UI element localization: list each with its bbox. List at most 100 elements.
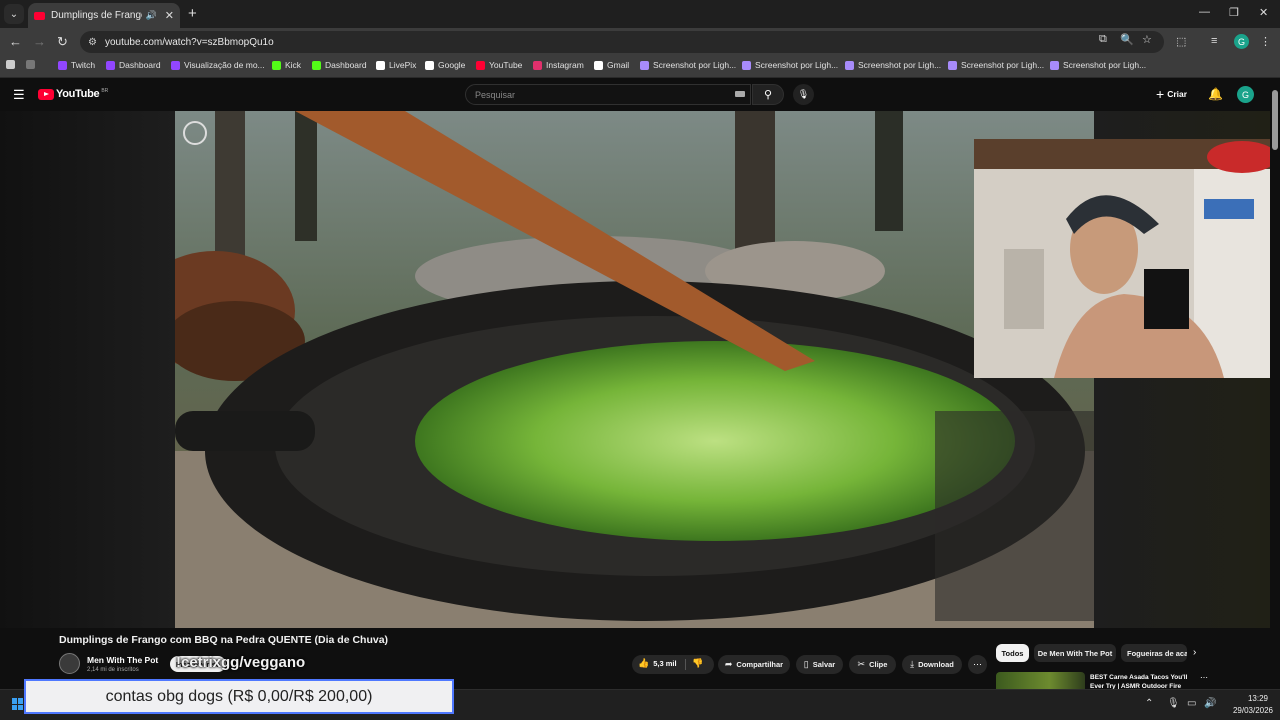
chip-campfires[interactable]: Fogueiras de acampamento [1121,644,1187,662]
streamer-webcam-overlay [974,139,1280,378]
search-button[interactable]: ⚲ [752,84,784,105]
bookmark-label: Instagram [546,60,584,70]
window-close-button[interactable]: ✕ [1259,6,1268,19]
keyboard-icon[interactable] [735,91,745,97]
bookmark-folder-icon[interactable] [6,60,19,69]
scrollbar-thumb[interactable] [1272,90,1278,150]
reload-icon[interactable]: ↻ [57,34,68,50]
tab-close-icon[interactable]: ✕ [165,9,174,22]
donation-goal-banner: contas obg dogs (R$ 0,00/R$ 200,00) [24,679,454,714]
youtube-logo-text: YouTube [56,88,100,100]
chevron-right-icon[interactable]: › [1193,647,1196,658]
bookmark-label: Visualização de mo... [184,60,265,70]
clip-label: Clipe [869,660,888,669]
bookmark-item[interactable]: Screenshot por Ligh... [845,60,941,70]
chip-all[interactable]: Todos [996,644,1029,662]
microphone-tray-icon[interactable]: 🎙 [1167,698,1180,709]
bookmark-item[interactable]: Visualização de mo... [171,60,265,70]
extensions-icon[interactable]: ⬚ [1176,35,1186,48]
bookmark-favicon-icon [58,60,67,70]
bookmark-item[interactable]: YouTube [476,60,522,70]
bookmark-favicon-icon [594,60,603,70]
bookmark-item[interactable]: Screenshot por Ligh... [1050,60,1146,70]
share-button[interactable]: ➦ Compartilhar [718,655,790,674]
minimize-button[interactable]: — [1199,6,1210,18]
bookmark-favicon-icon [742,60,751,70]
bookmark-label: LivePix [389,60,417,70]
country-code: BR [101,88,109,94]
save-button[interactable]: ▯ Salvar [796,655,843,674]
bookmark-favicon-icon [272,60,281,70]
bookmark-item[interactable]: LivePix [376,60,416,70]
bookmark-item[interactable]: Twitch [58,60,95,70]
taskbar-clock-date[interactable]: 29/03/2026 [1223,706,1273,715]
bookmark-item[interactable]: Instagram [533,60,584,70]
notifications-bell-icon[interactable]: 🔔 [1208,87,1223,101]
tab-search-button[interactable]: ⌄ [4,4,24,24]
download-button[interactable]: ⤓ Download [902,655,962,674]
chip-channel[interactable]: De Men With The Pot [1034,644,1116,662]
restore-button[interactable]: ❐ [1229,6,1239,19]
thumbs-down-icon[interactable]: 👎 [692,658,703,669]
bookmark-label: Dashboard [119,60,161,70]
site-info-icon[interactable]: ⚙ [88,37,97,48]
bookmark-item[interactable]: Dashboard [312,60,367,70]
apps-grid-icon[interactable] [26,60,39,69]
recommendation-thumbnail[interactable] [996,672,1085,689]
bookmark-favicon-icon [312,60,321,70]
bookmark-item[interactable]: Google [425,60,465,70]
bookmark-item[interactable]: Gmail [594,60,629,70]
bookmark-favicon-icon [106,60,115,70]
bookmark-label: Screenshot por Ligh... [961,60,1045,70]
bookmark-favicon-icon [171,60,180,70]
reading-list-icon[interactable]: ≡ [1211,35,1217,47]
forward-arrow-icon[interactable]: → [33,34,46,49]
bookmark-favicon-icon [640,60,649,70]
youtube-logo[interactable]: YouTube BR [38,88,108,100]
bookmark-item[interactable]: Kick [272,60,301,70]
bookmark-favicon-icon [845,60,854,70]
taskbar-clock-time[interactable]: 13:29 [1243,694,1273,703]
page-scrollbar[interactable] [1270,79,1280,689]
webcam-frame [974,139,1280,378]
youtube-account-avatar[interactable]: G [1237,86,1254,103]
recommendation-title[interactable]: BEST Carne Asada Tacos You'll Ever Try |… [1090,673,1200,690]
bookmark-item[interactable]: Dashboard [106,60,161,70]
youtube-play-icon [38,88,54,100]
install-app-icon[interactable]: ⧉ [1099,33,1107,46]
volume-tray-icon[interactable]: 🔊 [1204,698,1216,709]
video-player[interactable] [175,111,1094,628]
search-icon: ⚲ [763,89,773,101]
back-arrow-icon[interactable]: ← [9,34,22,49]
address-bar[interactable]: ⚙ youtube.com/watch?v=szBbmopQu1o [80,31,1164,53]
windows-start-icon[interactable] [12,698,24,710]
search-input[interactable]: Pesquisar [465,84,751,105]
clip-button[interactable]: ✂ Clipe [849,655,896,674]
tab-title: Dumplings de Frango com BBQ na Pedra QUE… [51,10,142,21]
active-tab[interactable]: Dumplings de Frango com BBQ na Pedra QUE… [28,3,180,28]
zoom-icon[interactable]: 🔍 [1120,33,1134,46]
bookmark-item[interactable]: Screenshot por Ligh... [640,60,736,70]
tray-chevron-icon[interactable]: ⌃ [1145,698,1153,709]
bookmark-item[interactable]: Screenshot por Ligh... [742,60,838,70]
chrome-profile-avatar[interactable]: G [1234,34,1249,49]
create-button[interactable]: + Criar [1156,86,1187,102]
like-button[interactable]: 👍 5,3 mil [638,658,677,669]
channel-avatar[interactable] [59,653,80,674]
recommendation-more-icon[interactable]: ⋯ [1200,673,1208,682]
chrome-menu-icon[interactable]: ⋮ [1260,35,1271,48]
bookmark-label: Screenshot por Ligh... [653,60,737,70]
url-text: youtube.com/watch?v=szBbmopQu1o [104,36,274,48]
channel-name[interactable]: Men With The Pot [87,655,158,665]
mic-icon[interactable]: 🎙 [793,84,814,105]
bookmark-label: Twitch [71,60,96,70]
bookmark-star-icon[interactable]: ☆ [1142,33,1152,46]
display-tray-icon[interactable]: ▭ [1187,698,1196,709]
bookmark-label: Screenshot por Ligh... [755,60,839,70]
speaker-icon[interactable]: 🔊 [146,10,157,21]
bookmark-item[interactable]: Screenshot por Ligh... [948,60,1044,70]
bookmark-label: Screenshot por Ligh... [858,60,942,70]
new-tab-button[interactable]: + [188,5,197,22]
hamburger-menu-icon[interactable]: ☰ [13,87,25,103]
more-actions-icon[interactable]: ⋯ [968,655,987,674]
